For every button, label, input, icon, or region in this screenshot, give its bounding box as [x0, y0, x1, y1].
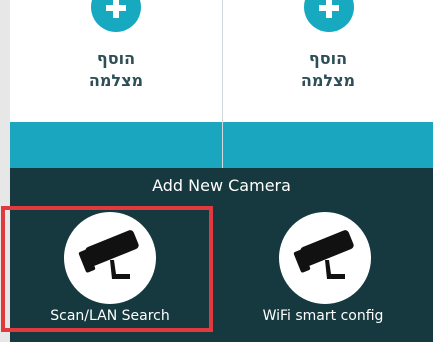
add-new-camera-panel: Add New Camera Scan/LAN Search WiFi smar… — [10, 168, 433, 342]
add-icon — [304, 0, 354, 32]
card-accent-strip — [223, 122, 433, 168]
scan-lan-search-button[interactable]: Scan/LAN Search — [10, 208, 210, 334]
add-camera-card[interactable]: הוסף מצלמה — [223, 0, 433, 168]
scan-lan-search-label: Scan/LAN Search — [50, 308, 170, 324]
card-label-line2: מצלמה — [300, 71, 356, 90]
add-camera-screen: הוסף מצלמה הוסף מצלמה Add New Camera Sca… — [0, 0, 433, 342]
card-accent-strip — [10, 122, 222, 168]
camera-cards: הוסף מצלמה הוסף מצלמה — [10, 0, 433, 168]
card-label-line2: מצלמה — [88, 71, 144, 90]
card-label: הוסף מצלמה — [223, 48, 433, 92]
wifi-smart-config-label: WiFi smart config — [262, 308, 384, 324]
card-label-line1: הוסף — [96, 49, 136, 68]
security-camera-icon — [64, 212, 156, 304]
add-icon — [91, 0, 141, 32]
card-label: הוסף מצלמה — [10, 48, 222, 92]
left-edge — [0, 0, 10, 342]
security-camera-icon — [279, 212, 371, 304]
wifi-smart-config-button[interactable]: WiFi smart config — [223, 208, 423, 334]
card-label-line1: הוסף — [308, 49, 348, 68]
panel-title: Add New Camera — [152, 176, 291, 195]
add-camera-card[interactable]: הוסף מצלמה — [10, 0, 223, 168]
